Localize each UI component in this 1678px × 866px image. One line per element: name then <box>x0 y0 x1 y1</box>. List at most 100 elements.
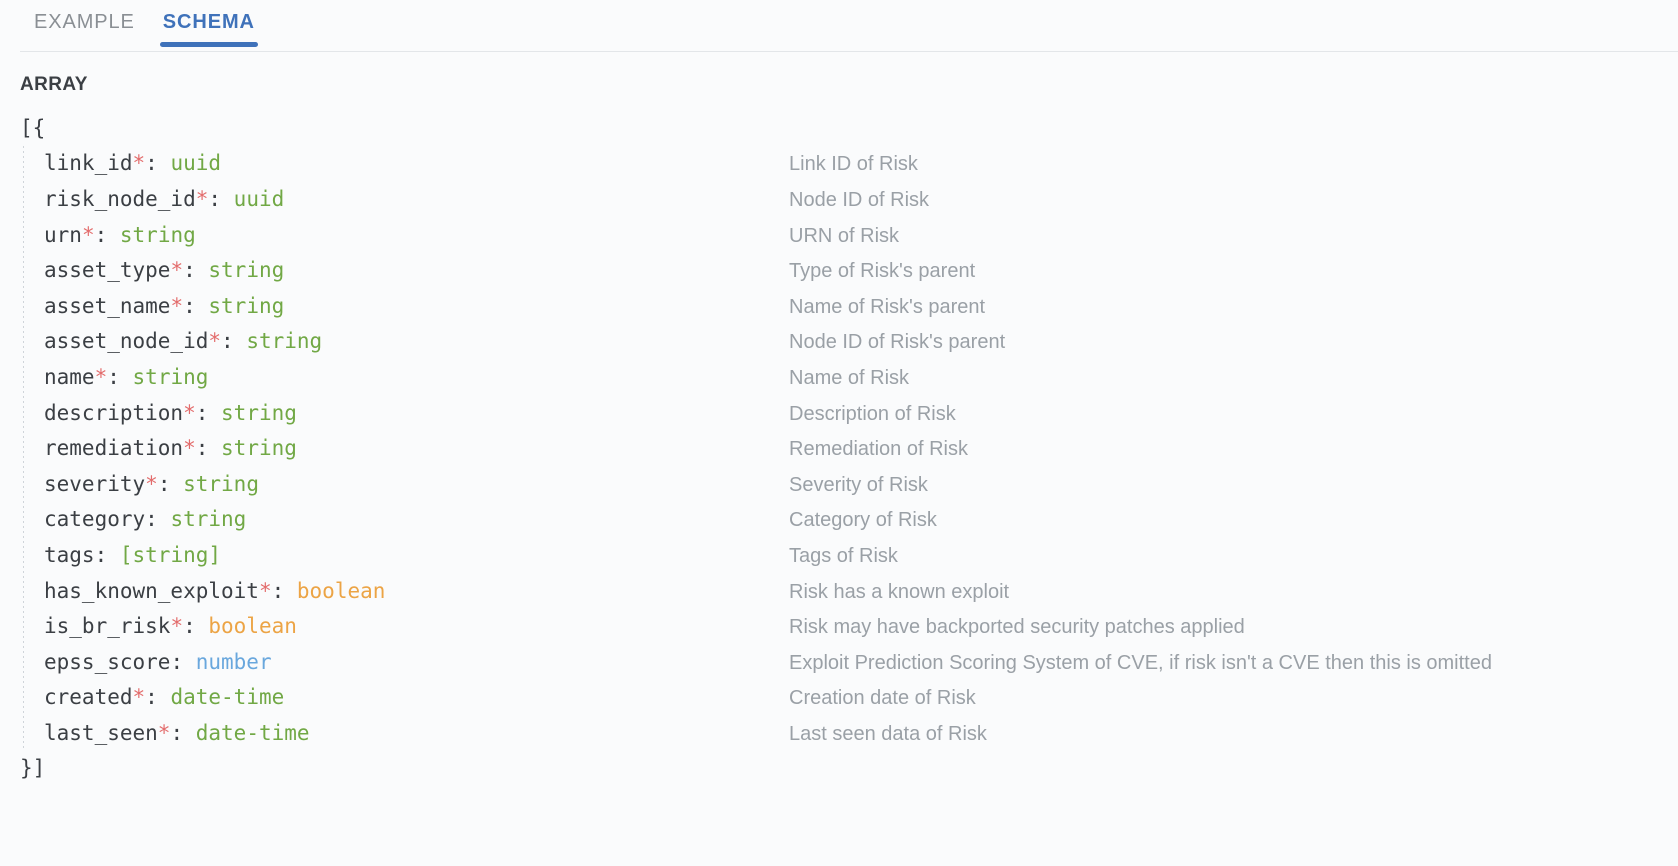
field-signature: urn*: string <box>44 218 789 254</box>
field-list: link_id*: uuid Link ID of Risk risk_node_i… <box>20 146 1678 752</box>
required-marker: * <box>258 578 272 603</box>
field-type: boolean <box>208 614 297 639</box>
field-description: Exploit Prediction Scoring System of CVE… <box>789 651 1492 674</box>
field-separator: : <box>145 507 171 532</box>
tab-bar: EXAMPLE SCHEMA <box>0 0 1678 52</box>
field-description: Type of Risk's parent <box>789 260 976 283</box>
field-type: uuid <box>233 186 285 211</box>
field-signature: remediation*: string <box>44 431 789 467</box>
field-separator: : <box>183 293 209 318</box>
field-type: date-time <box>195 720 310 745</box>
schema-field-row: remediation*: string Remediation of Risk <box>44 431 1678 467</box>
required-marker: * <box>170 293 184 318</box>
required-marker: * <box>157 720 171 745</box>
field-type: string <box>246 329 323 354</box>
field-name: description <box>44 400 184 425</box>
field-description: Risk may have backported security patche… <box>789 616 1245 639</box>
schema-field-row: epss_score: number Exploit Prediction Sco… <box>44 645 1678 681</box>
field-name: severity <box>44 471 146 496</box>
field-name: has_known_exploit <box>44 578 259 603</box>
tab-active-underline <box>159 42 258 47</box>
schema-field-row: severity*: string Severity of Risk <box>44 467 1678 503</box>
indent-guide-line <box>23 146 24 752</box>
field-signature: risk_node_id*: uuid <box>44 182 789 218</box>
schema-code-block: [{ link_id*: uuid Link ID of Risk risk_nod… <box>20 111 1678 787</box>
field-description: Node ID of Risk's parent <box>789 331 1006 354</box>
required-marker: * <box>170 258 184 283</box>
field-separator: : <box>183 614 209 639</box>
field-type: date-time <box>170 685 285 710</box>
field-signature: tags: [string] <box>44 538 789 574</box>
required-marker: * <box>170 614 184 639</box>
tab-schema[interactable]: SCHEMA <box>149 0 269 47</box>
field-signature: description*: string <box>44 396 789 432</box>
field-name: link_id <box>44 151 133 176</box>
schema-field-row: risk_node_id*: uuid Node ID of Risk <box>44 182 1678 218</box>
field-description: Last seen data of Risk <box>789 722 987 745</box>
field-separator: : <box>107 364 133 389</box>
schema-field-row: tags: [string] Tags of Risk <box>44 538 1678 574</box>
required-marker: * <box>81 222 95 247</box>
field-name: created <box>44 685 133 710</box>
field-signature: epss_score: number <box>44 645 789 681</box>
field-type: string <box>170 507 247 532</box>
field-name: remediation <box>44 436 184 461</box>
field-type: string <box>221 400 297 425</box>
tab-example-label: EXAMPLE <box>34 11 135 33</box>
field-description: Name of Risk <box>789 366 910 389</box>
field-description: Description of Risk <box>789 402 956 425</box>
field-type: string <box>208 258 285 283</box>
field-name: epss_score <box>44 649 171 674</box>
field-name: urn <box>44 222 82 247</box>
field-name: tags <box>44 542 95 567</box>
required-marker: * <box>183 436 196 461</box>
field-separator: : <box>157 471 184 496</box>
field-name: name <box>44 364 95 389</box>
schema-field-row: link_id*: uuid Link ID of Risk <box>44 146 1678 182</box>
schema-field-row: urn*: string URN of Risk <box>44 218 1678 254</box>
field-name: asset_type <box>44 258 171 283</box>
schema-field-row: is_br_risk*: boolean Risk may have backpo… <box>44 609 1678 645</box>
schema-field-row: last_seen*: date-time Last seen data of R… <box>44 716 1678 752</box>
field-signature: asset_type*: string <box>44 253 789 289</box>
field-separator: : <box>271 578 297 603</box>
field-type: string <box>221 436 297 461</box>
field-separator: : <box>208 186 234 211</box>
schema-field-row: asset_name*: string Name of Risk's parent <box>44 289 1678 325</box>
required-marker: * <box>145 471 158 496</box>
schema-content: ARRAY [{ link_id*: uuid Link ID of Risk ri… <box>0 52 1678 787</box>
field-signature: asset_name*: string <box>44 289 789 325</box>
root-type-label: ARRAY <box>20 74 88 95</box>
field-name: is_br_risk <box>44 614 171 639</box>
field-signature: name*: string <box>44 360 789 396</box>
field-type: string <box>183 471 259 496</box>
field-name: risk_node_id <box>44 186 196 211</box>
schema-field-row: category: string Category of Risk <box>44 502 1678 538</box>
required-marker: * <box>132 151 146 176</box>
field-signature: category: string <box>44 502 789 538</box>
tab-schema-label: SCHEMA <box>162 11 255 33</box>
field-signature: created*: date-time <box>44 680 789 716</box>
schema-field-row: asset_type*: string Type of Risk's parent <box>44 253 1678 289</box>
field-name: category <box>44 507 146 532</box>
field-type: string <box>132 364 209 389</box>
tab-example[interactable]: EXAMPLE <box>20 0 149 46</box>
required-marker: * <box>132 685 146 710</box>
field-type: number <box>195 649 272 674</box>
schema-field-row: description*: string Description of Risk <box>44 396 1678 432</box>
field-separator: : <box>145 685 171 710</box>
schema-panel: EXAMPLE SCHEMA ARRAY [{ link_id*: uuid Li… <box>0 0 1678 866</box>
field-description: Severity of Risk <box>789 473 928 496</box>
field-description: Node ID of Risk <box>789 188 930 211</box>
field-description: Link ID of Risk <box>789 153 918 176</box>
field-signature: last_seen*: date-time <box>44 716 789 752</box>
field-separator: : <box>145 151 171 176</box>
field-signature: severity*: string <box>44 467 789 503</box>
required-marker: * <box>183 400 196 425</box>
close-brace: }] <box>20 756 46 781</box>
schema-field-row: created*: date-time Creation date of Risk <box>44 680 1678 716</box>
field-type: string <box>119 222 196 247</box>
field-signature: is_br_risk*: boolean <box>44 609 789 645</box>
open-brace: [{ <box>20 115 46 140</box>
required-marker: * <box>94 364 108 389</box>
